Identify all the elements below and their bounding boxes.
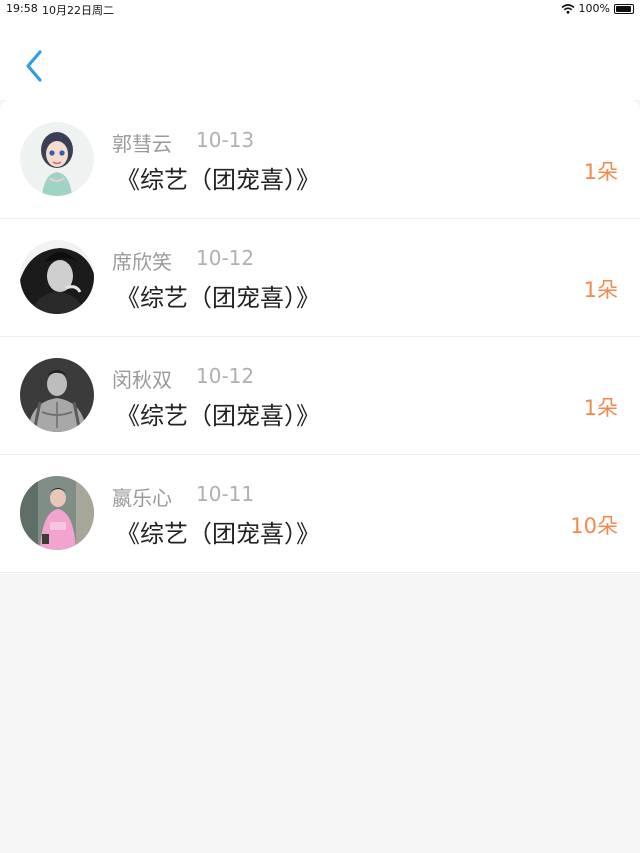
sender-name: 闵秋双 — [112, 368, 172, 392]
book-title: 《综艺（团宠喜）》 — [116, 284, 320, 312]
status-indicators: 100% — [561, 2, 634, 15]
battery-icon — [614, 3, 634, 14]
list-item[interactable]: 席欣笑 10-12 《综艺（团宠喜）》 1朵 — [0, 218, 640, 337]
chevron-left-icon — [26, 50, 42, 82]
send-date: 10-11 — [196, 482, 255, 506]
send-date: 10-12 — [196, 364, 255, 388]
avatar — [20, 122, 94, 196]
send-date: 10-12 — [196, 246, 255, 270]
status-bar: 19:58 10月22日周二 100% — [0, 0, 640, 18]
back-button[interactable] — [22, 48, 48, 84]
flower-count: 1朵 — [583, 396, 618, 420]
flower-count: 10朵 — [570, 514, 618, 538]
list-item[interactable]: 郭彗云 10-13 《综艺（团宠喜）》 1朵 — [0, 100, 640, 219]
gift-record-list: 郭彗云 10-13 《综艺（团宠喜）》 1朵 席欣笑 10-12 《综艺（团宠喜… — [0, 100, 640, 574]
book-title: 《综艺（团宠喜）》 — [116, 166, 320, 194]
sender-name: 席欣笑 — [112, 250, 172, 274]
avatar — [20, 240, 94, 314]
status-date: 10月22日周二 — [42, 4, 114, 17]
nav-bar — [0, 18, 640, 100]
battery-percent: 100% — [578, 2, 610, 15]
avatar — [20, 358, 94, 432]
flower-count: 1朵 — [583, 160, 618, 184]
sender-name: 嬴乐心 — [112, 486, 172, 510]
list-item[interactable]: 嬴乐心 10-11 《综艺（团宠喜）》 10朵 — [0, 454, 640, 573]
book-title: 《综艺（团宠喜）》 — [116, 402, 320, 430]
wifi-icon — [561, 3, 575, 14]
status-time: 19:58 — [6, 2, 38, 15]
list-item[interactable]: 闵秋双 10-12 《综艺（团宠喜）》 1朵 — [0, 336, 640, 455]
book-title: 《综艺（团宠喜）》 — [116, 520, 320, 548]
sender-name: 郭彗云 — [112, 132, 172, 156]
avatar — [20, 476, 94, 550]
send-date: 10-13 — [196, 128, 255, 152]
flower-count: 1朵 — [583, 278, 618, 302]
